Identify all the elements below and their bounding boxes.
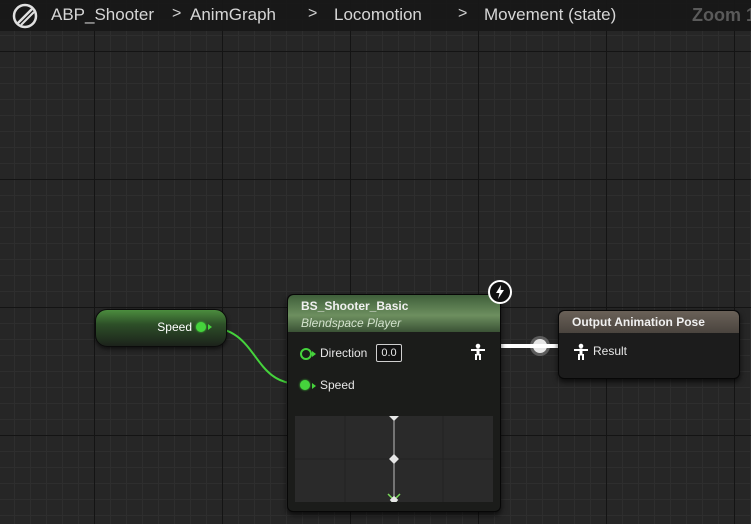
speed-output-pin[interactable] bbox=[196, 322, 206, 332]
blendspace-node-subtitle: Blendspace Player bbox=[301, 316, 402, 330]
output-node-title: Output Animation Pose bbox=[572, 315, 705, 329]
output-animation-pose-node[interactable]: Output Animation Pose Result bbox=[558, 310, 740, 379]
speed-variable-label: Speed bbox=[157, 320, 192, 334]
pose-person-icon[interactable] bbox=[470, 343, 486, 361]
pose-person-icon[interactable] bbox=[573, 343, 589, 361]
blendspace-preview-grid bbox=[295, 411, 493, 507]
blendspace-node-title: BS_Shooter_Basic bbox=[301, 299, 409, 313]
blendspace-preview bbox=[295, 411, 493, 507]
blendspace-node-header[interactable]: BS_Shooter_Basic Blendspace Player bbox=[288, 295, 500, 332]
result-pin-label: Result bbox=[593, 344, 628, 358]
diamond-sample-icon bbox=[389, 454, 399, 464]
speed-pin-label: Speed bbox=[320, 378, 355, 392]
speed-input-pin[interactable] bbox=[300, 380, 310, 390]
direction-value-input[interactable]: 0.0 bbox=[376, 344, 402, 362]
pose-wire bbox=[500, 336, 560, 356]
blendspace-player-node[interactable]: BS_Shooter_Basic Blendspace Player Direc… bbox=[287, 294, 501, 512]
speed-variable-node[interactable]: Speed bbox=[95, 309, 227, 347]
direction-input-pin[interactable] bbox=[300, 348, 312, 360]
direction-pin-label: Direction bbox=[320, 346, 368, 360]
pin-arrow-icon bbox=[312, 383, 316, 389]
lightning-icon bbox=[488, 280, 512, 304]
pin-arrow-icon bbox=[208, 324, 212, 330]
diamond-sample-icon bbox=[389, 411, 399, 421]
pin-arrow-icon bbox=[312, 351, 316, 357]
output-node-header[interactable]: Output Animation Pose bbox=[559, 311, 739, 333]
